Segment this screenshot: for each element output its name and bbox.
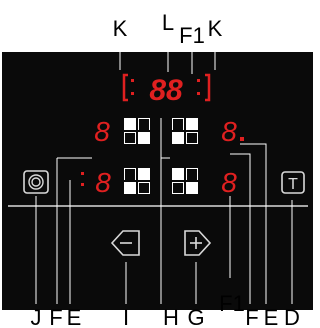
control-panel-diagram: 88 8 8 8 8 T K L F1 K J F E I H G F1 F E…: [0, 0, 315, 328]
timer-dot: [131, 79, 134, 82]
callout-i: I: [123, 305, 129, 328]
zone-digit-lower-right: 8: [221, 167, 237, 198]
timer-dot: [197, 92, 200, 95]
zone-digit-upper-left: 8: [94, 116, 110, 147]
zone-digit-lower-left: 8: [95, 167, 111, 198]
callout-e-left: E: [67, 305, 82, 328]
timer-dot: [131, 92, 134, 95]
callout-e-right: E: [264, 305, 279, 328]
callout-d: D: [284, 305, 300, 328]
callout-f-right: F: [245, 305, 258, 328]
zone-button-lower-left[interactable]: [124, 168, 150, 194]
callout-j: J: [31, 305, 42, 328]
zone-timer-dot: [81, 172, 84, 175]
callout-g: G: [187, 305, 204, 328]
zone-timer-dot: [81, 183, 84, 186]
zone-digit-upper-right: 8: [221, 116, 237, 147]
callout-l: L: [162, 10, 174, 35]
zone-button-upper-left[interactable]: [124, 118, 150, 144]
timer-digits: 88: [149, 74, 183, 107]
timer-dot: [197, 79, 200, 82]
zone-button-upper-right[interactable]: [172, 118, 198, 144]
callout-k-left: K: [113, 16, 128, 41]
diagram-canvas: 88 8 8 8 8 T K L F1 K J F E I H G F1 F E…: [2, 10, 313, 328]
zone-decimal-dot: [240, 137, 244, 141]
callout-k-right: K: [208, 16, 223, 41]
callout-f-left: F: [49, 305, 62, 328]
timer-button-label: T: [288, 176, 298, 193]
zone-button-lower-right[interactable]: [172, 168, 198, 194]
callout-f1-bottom: F1: [219, 291, 245, 316]
callout-h: H: [163, 305, 179, 328]
callout-f1-top: F1: [179, 23, 205, 48]
